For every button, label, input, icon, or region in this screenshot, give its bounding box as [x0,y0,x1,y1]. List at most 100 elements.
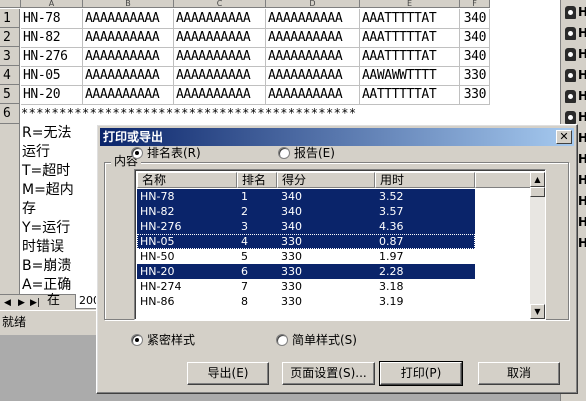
table-cell[interactable]: AAAAAAAAAA [83,28,174,48]
table-cell[interactable]: AAWAWWTTTT [360,66,460,86]
radio-simple-style[interactable]: 简单样式(S) [276,333,357,347]
scroll-down-icon[interactable]: ▼ [530,304,545,319]
table-cell[interactable]: HN-276 [21,47,83,67]
strip-item[interactable]: H [563,4,586,22]
close-icon[interactable]: ✕ [556,130,572,144]
column-header-score[interactable]: 得分 [277,172,375,188]
table-cell[interactable]: AAAAAAAAAA [266,9,360,29]
table-cell[interactable]: AAAAAAAAAA [266,47,360,67]
table-cell[interactable]: AAAAAAAAAA [266,85,360,105]
separator-row-text[interactable]: ****************************************… [21,104,561,123]
list-cell-name: HN-274 [140,280,182,293]
strip-item[interactable]: H [563,88,586,106]
strip-item[interactable]: H [563,67,586,85]
dialog-titlebar[interactable]: 打印或导出 ✕ [100,128,574,146]
row-header-5[interactable]: 5 [0,85,20,104]
column-header-f[interactable]: F [460,0,490,8]
table-cell[interactable]: 340 [460,9,490,29]
cancel-button[interactable]: 取消 [478,362,560,385]
column-header-a[interactable]: A [21,0,83,8]
print-export-dialog: 打印或导出 ✕ 内容 排名表(R) 报告(E) 名称 排名 得分 用时 HN-7… [96,124,578,394]
table-cell[interactable]: AAAAAAAAAA [174,28,266,48]
list-cell-time: 3.57 [379,205,404,218]
print-button[interactable]: 打印(P) [379,361,463,386]
table-cell[interactable]: HN-20 [21,85,83,105]
table-cell[interactable]: AAAAAAAAAA [266,28,360,48]
next-sheet-arrow-icon[interactable]: ▶ [18,297,25,309]
table-cell[interactable]: AAATTTTTAT [360,47,460,67]
table-cell[interactable]: AAAAAAAAAA [83,66,174,86]
column-header-c[interactable]: C [174,0,266,8]
strip-item[interactable]: H [563,46,586,64]
list-item[interactable]: HN-276 3 340 4.36 [137,219,475,234]
status-bar: 就绪 [0,310,100,335]
list-header: 名称 排名 得分 用时 [137,172,531,188]
radio-compact-style[interactable]: 紧密样式 [131,333,195,347]
list-item[interactable]: HN-274 7 330 3.18 [137,279,475,294]
row-header-column [0,124,20,294]
list-item[interactable]: HN-20 6 330 2.28 [137,264,475,279]
list-scrollbar[interactable]: ▲ ▼ [530,172,545,319]
row-header-3[interactable]: 3 [0,47,20,66]
row-header-1[interactable]: 1 [0,9,20,28]
table-cell[interactable]: 340 [460,47,490,67]
column-header-d[interactable]: D [266,0,360,8]
export-button[interactable]: 导出(E) [187,362,269,385]
list-item[interactable]: HN-82 2 340 3.57 [137,204,475,219]
scroll-thumb[interactable] [530,187,545,197]
table-cell[interactable]: HN-82 [21,28,83,48]
list-item[interactable]: HN-50 5 330 1.97 [137,249,475,264]
select-all-corner[interactable] [0,0,21,8]
row-header-2[interactable]: 2 [0,28,20,47]
table-cell[interactable]: AAAAAAAAAA [266,66,360,86]
table-cell[interactable]: AAAAAAAAAA [83,85,174,105]
radio-ranking-table[interactable]: 排名表(R) [131,146,201,160]
table-cell[interactable]: AAATTTTTAT [360,28,460,48]
strip-item-label: H [578,5,586,19]
legend-line: R=无法 [22,125,72,141]
user-icon [565,27,576,40]
column-header-time[interactable]: 用时 [375,172,475,188]
ranking-list[interactable]: 名称 排名 得分 用时 HN-78 1 340 3.52 HN-82 2 340 3.57 HN… [134,169,546,320]
list-item[interactable]: HN-86 8 330 3.19 [137,294,475,309]
table-cell[interactable]: AAAAAAAAAA [83,9,174,29]
radio-unselected-icon [278,147,290,159]
table-cell[interactable]: 330 [460,85,490,105]
table-cell[interactable]: AAAAAAAAAA [83,47,174,67]
table-cell[interactable]: AAAAAAAAAA [174,47,266,67]
last-sheet-arrow-icon[interactable]: ▶| [30,297,40,309]
column-header-e[interactable]: E [360,0,460,8]
radio-unselected-icon [276,334,288,346]
tab-legend-fragment: 在 [47,293,61,308]
table-cell[interactable]: 330 [460,66,490,86]
strip-item-label: H [578,89,586,103]
table-cell[interactable]: HN-05 [21,66,83,86]
page-setup-button[interactable]: 页面设置(S)... [282,362,375,385]
list-cell-rank: 1 [241,190,248,203]
list-item[interactable]: HN-05 4 330 0.87 [137,234,475,249]
radio-report[interactable]: 报告(E) [278,146,335,160]
table-cell[interactable]: AAAAAAAAAA [174,85,266,105]
table-cell[interactable]: AAAAAAAAAA [174,66,266,86]
list-cell-time: 2.28 [379,265,404,278]
first-sheet-arrow-icon[interactable]: ◀ [4,297,11,309]
legend-line: B=崩溃 [22,258,72,274]
column-header-rank[interactable]: 排名 [237,172,277,188]
column-header-name[interactable]: 名称 [137,172,237,188]
strip-item[interactable]: H [563,25,586,43]
table-cell[interactable]: 340 [460,28,490,48]
table-cell[interactable]: AAATTTTTAT [360,9,460,29]
row-header-6[interactable]: 6 [0,104,20,124]
row-header-4[interactable]: 4 [0,66,20,85]
user-icon [565,111,576,124]
legend-cell[interactable]: R=无法 运行 T=超时 M=超内 存 Y=运行 时错误 B=崩溃 A=正确 [22,124,78,295]
table-cell[interactable]: HN-78 [21,9,83,29]
scroll-up-icon[interactable]: ▲ [530,172,545,187]
list-item[interactable]: HN-78 1 340 3.52 [137,189,475,204]
list-cell-name: HN-20 [140,265,175,278]
list-cell-score: 340 [281,220,302,233]
column-header-b[interactable]: B [83,0,174,8]
list-cell-time: 3.52 [379,190,404,203]
table-cell[interactable]: AAAAAAAAAA [174,9,266,29]
table-cell[interactable]: AATTTTTTAT [360,85,460,105]
